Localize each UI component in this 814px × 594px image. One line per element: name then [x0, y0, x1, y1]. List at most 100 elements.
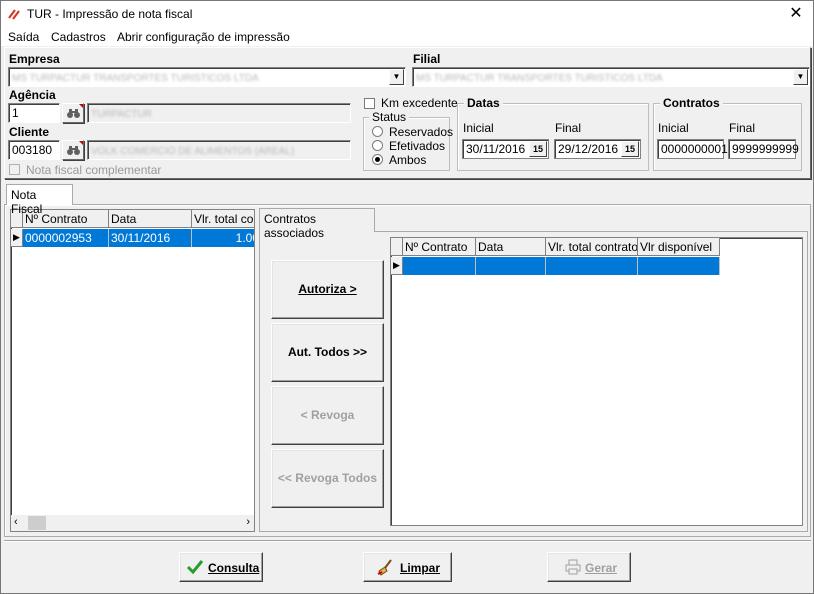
tab-contratos-associados[interactable]: Contratos associados [259, 208, 375, 240]
footer-separator [4, 540, 811, 542]
col-header-contrato[interactable]: Nº Contrato [403, 238, 476, 256]
binoculars-icon [67, 109, 80, 118]
cliente-name-field: VOLK COMERCIO DE ALIMENTOS (AREAL) [87, 140, 351, 160]
datas-inicial-label: Inicial [463, 121, 494, 135]
radio-reservados[interactable] [372, 126, 383, 137]
data-inicial-input[interactable]: 30/11/2016 15 [462, 139, 549, 159]
agencia-name-field: TURPACTUR [87, 103, 351, 123]
tab-nota-fiscal-label: Nota Fiscal [11, 188, 43, 216]
empty-cell[interactable] [638, 257, 720, 275]
cliente-name-value: VOLK COMERCIO DE ALIMENTOS (AREAL) [91, 146, 295, 157]
empty-cell[interactable] [546, 257, 638, 275]
cell-data[interactable]: 30/11/2016 [109, 229, 192, 247]
tab-contratos-associados-label: Contratos associados [264, 212, 325, 240]
autoriza-label: Autoriza > [298, 282, 357, 296]
agencia-label: Agência [9, 88, 56, 102]
col-header-valor-total[interactable]: Vlr. total contrato [546, 238, 638, 256]
contratos-inicial-label: Inicial [658, 121, 689, 135]
grid-corner [391, 238, 403, 256]
agencia-code-input[interactable]: 1 [8, 103, 60, 123]
filial-value: MS TURPACTUR TRANSPORTES TURISTICOS LTDA [416, 73, 663, 84]
main-window: TUR - Impressão de nota fiscal ✕ Saída C… [0, 0, 814, 594]
col-header-valor[interactable]: Vlr. total con [192, 210, 254, 228]
title-bar: TUR - Impressão de nota fiscal ✕ [1, 1, 813, 28]
contratos-grid: Nº Contrato Data Vlr. total con ▶ 000000… [10, 209, 255, 532]
required-marker [79, 141, 83, 145]
contrato-inicial-input[interactable]: 0000000001 [657, 139, 728, 159]
radio-ambos-label: Ambos [389, 153, 427, 167]
tab-nota-fiscal[interactable]: Nota Fiscal [6, 184, 73, 216]
revoga-todos-button[interactable]: << Revoga Todos [271, 449, 384, 508]
binoculars-icon [67, 146, 80, 155]
cliente-search-button[interactable] [62, 140, 84, 160]
datas-final-label: Final [555, 121, 582, 135]
cliente-code-input[interactable]: 003180 [8, 140, 60, 160]
limpar-button[interactable]: Limpar [363, 552, 452, 582]
printer-icon [565, 559, 581, 575]
contratos-final-label: Final [729, 121, 756, 135]
data-inicial-value: 30/11/2016 [466, 142, 526, 156]
cell-contrato[interactable]: 0000002953 [23, 229, 109, 247]
scroll-left-icon[interactable]: ‹ [14, 516, 18, 528]
radio-ambos[interactable] [372, 154, 383, 165]
aut-todos-button[interactable]: Aut. Todos >> [271, 323, 384, 382]
limpar-label: Limpar [400, 561, 441, 575]
nota-complementar-checkbox[interactable] [9, 164, 20, 175]
revoga-todos-label: << Revoga Todos [277, 471, 378, 485]
consulta-button[interactable]: Consulta [179, 552, 263, 582]
empty-cell[interactable] [403, 257, 476, 275]
aut-todos-label: Aut. Todos >> [287, 345, 368, 359]
gerar-button[interactable]: Gerar [547, 552, 631, 582]
row-pointer-icon: ▶ [11, 229, 23, 247]
contrato-final-input[interactable]: 9999999999 [728, 139, 799, 159]
nota-complementar-label: Nota fiscal complementar [26, 163, 162, 177]
chevron-down-icon[interactable]: ▼ [793, 69, 808, 85]
cell-valor[interactable]: 1.00 [192, 229, 254, 247]
required-marker [79, 104, 83, 108]
filial-label: Filial [413, 52, 441, 66]
agencia-search-button[interactable] [62, 103, 84, 123]
row-pointer-icon: ▶ [391, 257, 403, 275]
km-excedente-label: Km excedente [381, 96, 458, 110]
cliente-label: Cliente [9, 125, 50, 139]
agencia-name-value: TURPACTUR [91, 109, 152, 120]
data-final-input[interactable]: 29/12/2016 15 [554, 139, 641, 159]
col-header-data[interactable]: Data [476, 238, 546, 256]
contratos-associados-grid: Nº Contrato Data Vlr. total contrato Vlr… [390, 237, 803, 526]
horizontal-scrollbar[interactable]: ‹ › [11, 515, 254, 531]
gerar-label: Gerar [585, 561, 618, 575]
scroll-thumb[interactable] [28, 516, 46, 530]
checkmark-icon [186, 560, 204, 575]
calendar-icon[interactable]: 15 [529, 141, 547, 157]
chevron-down-icon[interactable]: ▼ [389, 69, 404, 85]
menu-abrir-configuracao[interactable]: Abrir configuração de impressão [117, 30, 290, 44]
empresa-select[interactable]: MS TURPACTUR TRANSPORTES TURISTICOS LTDA… [8, 67, 406, 87]
filial-select[interactable]: MS TURPACTUR TRANSPORTES TURISTICOS LTDA… [412, 67, 810, 87]
radio-efetivados[interactable] [372, 140, 383, 151]
menu-cadastros[interactable]: Cadastros [51, 30, 106, 44]
km-excedente-checkbox[interactable] [364, 98, 375, 109]
consulta-label: Consulta [208, 561, 260, 575]
status-label: Status [369, 110, 410, 124]
revoga-button[interactable]: < Revoga [271, 386, 384, 445]
app-logo-icon [8, 9, 20, 20]
empresa-label: Empresa [9, 52, 60, 66]
radio-reservados-label: Reservados [389, 125, 454, 139]
menu-bar: Saída Cadastros Abrir configuração de im… [1, 28, 813, 46]
calendar-icon[interactable]: 15 [621, 141, 639, 157]
contratos-group: Contratos [653, 96, 802, 171]
menu-saida[interactable]: Saída [8, 30, 39, 44]
datas-group: Datas [457, 96, 649, 171]
close-icon[interactable]: ✕ [785, 3, 807, 25]
scroll-right-icon[interactable]: › [246, 516, 250, 528]
window-title: TUR - Impressão de nota fiscal [27, 7, 193, 21]
contratos-label: Contratos [660, 96, 723, 110]
broom-icon [377, 559, 392, 576]
col-header-data[interactable]: Data [109, 210, 192, 228]
autoriza-button[interactable]: Autoriza > [271, 260, 384, 319]
col-header-valor-disponivel[interactable]: Vlr disponível [638, 238, 720, 256]
empty-cell[interactable] [476, 257, 546, 275]
radio-efetivados-label: Efetivados [389, 139, 446, 153]
data-final-value: 29/12/2016 [558, 142, 619, 156]
datas-label: Datas [464, 96, 503, 110]
